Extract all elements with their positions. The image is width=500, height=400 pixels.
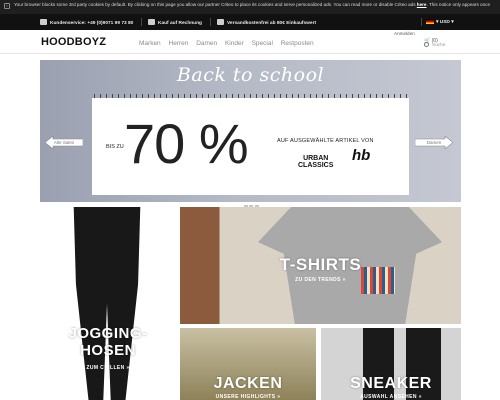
brand-logo-hb: hb xyxy=(352,147,371,164)
tile-jacken[interactable]: JACKEN UNSERE HIGHLIGHTS » xyxy=(180,328,316,400)
divider xyxy=(421,18,422,26)
hero-banner[interactable]: Back to school BIS ZU 70 % AUF AUSGEWÄHL… xyxy=(40,60,461,202)
currency-label: USD ▾ xyxy=(439,20,454,25)
phone-icon xyxy=(40,19,47,25)
shipping-text: Versandkostenfrei ab 80€ Einkaufswert xyxy=(227,21,317,26)
login-link[interactable]: Anmelden xyxy=(394,31,415,36)
slider-next-button[interactable]: Damen xyxy=(415,136,453,149)
promo-bis-zu: BIS ZU xyxy=(106,144,124,150)
hotline-item: Kundenservice: +49 (0)9071 99 73 80 xyxy=(40,19,133,26)
slider-prev-button[interactable]: Alte Sales xyxy=(45,136,83,149)
hotline-text: Kundenservice: +49 (0)9071 99 73 80 xyxy=(50,21,134,26)
invoice-item: Kauf auf Rechnung xyxy=(148,19,202,26)
nav-item-special[interactable]: Special xyxy=(252,40,273,47)
tile-title: SNEAKER xyxy=(350,375,432,392)
country-currency-selector[interactable]: ▾ USD ▾ xyxy=(426,19,454,25)
search-input[interactable]: Suche xyxy=(424,42,462,50)
tile-subtitle: UNSERE HIGHLIGHTS » xyxy=(215,394,281,400)
tile-title-line-2: HOSEN xyxy=(80,342,136,359)
hero-title: Back to school xyxy=(176,64,325,86)
tile-t-shirts[interactable]: T-SHIRTS ZU DEN TRENDS » xyxy=(180,207,461,324)
jogging-pants-image xyxy=(73,207,141,400)
cookie-notice-bar: i Your browser blocks some 3rd party coo… xyxy=(0,0,500,14)
search-placeholder: Suche xyxy=(432,43,446,48)
nav-item-herren[interactable]: Herren xyxy=(169,40,189,47)
tile-sneaker[interactable]: SNEAKER AUSWAHL ANSEHEN » xyxy=(321,328,461,400)
tile-subtitle: ZUM CHILLEN » xyxy=(86,365,130,371)
site-logo[interactable]: HOODBOYZ xyxy=(41,36,106,48)
invoice-icon xyxy=(148,19,155,25)
nav-item-kinder[interactable]: Kinder xyxy=(225,40,244,47)
tile-title: JOGGING- HOSEN xyxy=(40,325,176,359)
promo-percent: 70 % xyxy=(124,112,249,175)
german-flag-icon xyxy=(426,19,434,24)
cookie-more-link[interactable]: here xyxy=(417,2,427,7)
search-icon xyxy=(424,42,429,47)
tile-subtitle: ZU DEN TRENDS » xyxy=(295,277,346,283)
shipping-item: Versandkostenfrei ab 80€ Einkaufswert xyxy=(217,19,316,26)
promo-text: AUF AUSGEWÄHLTE ARTIKEL VON xyxy=(277,138,374,144)
divider xyxy=(141,18,142,26)
cookie-notice-text-end: . This notice only appears once xyxy=(426,1,491,7)
tile-title-line-1: JOGGING- xyxy=(68,325,148,342)
service-bar: Kundenservice: +49 (0)9071 99 73 80 Kauf… xyxy=(0,14,500,30)
tile-jogging-hosen[interactable]: JOGGING- HOSEN ZUM CHILLEN » xyxy=(40,207,176,400)
truck-icon xyxy=(217,19,224,25)
info-icon: i xyxy=(4,3,10,9)
tile-title: T-SHIRTS xyxy=(279,255,362,274)
brand-logo-urban-classics: URBAN CLASSICS xyxy=(298,155,334,169)
main-nav: Marken Herren Damen Kinder Special Restp… xyxy=(139,40,320,47)
slider-next-label: Damen xyxy=(426,140,442,145)
nav-item-damen[interactable]: Damen xyxy=(196,40,217,47)
invoice-text: Kauf auf Rechnung xyxy=(158,21,202,26)
tile-subtitle: AUSWAHL ANSEHEN » xyxy=(360,394,422,400)
cookie-notice-text: Your browser blocks some 3rd party cooki… xyxy=(14,1,416,7)
tile-title: JACKEN xyxy=(213,375,283,392)
divider xyxy=(210,18,211,26)
nav-item-restposten[interactable]: Restposten xyxy=(281,40,314,47)
slider-prev-label: Alte Sales xyxy=(53,140,75,145)
nav-item-marken[interactable]: Marken xyxy=(139,40,161,47)
